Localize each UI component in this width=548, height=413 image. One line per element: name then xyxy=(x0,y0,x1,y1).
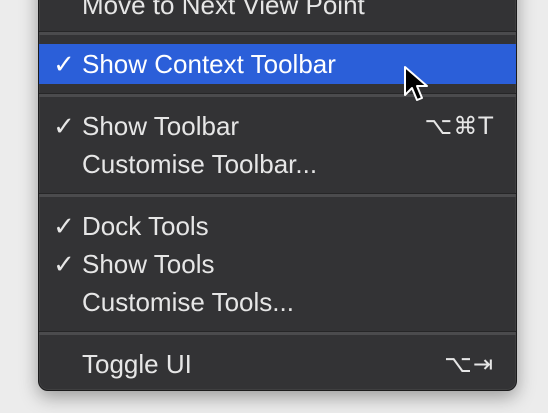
screen: Move to Next View Point ✓ Show Context T… xyxy=(0,0,548,413)
menu-separator xyxy=(39,93,516,97)
menu-item-dock-tools[interactable]: ✓ Dock Tools xyxy=(39,206,516,246)
menu-item-label: Show Toolbar xyxy=(82,111,240,141)
menu-item-customise-toolbar[interactable]: Customise Toolbar... xyxy=(39,144,516,184)
menu-item-label: Show Context Toolbar xyxy=(82,49,336,79)
menu-separator xyxy=(39,193,516,197)
menu-item-label: Customise Toolbar... xyxy=(82,149,318,179)
checkmark-icon: ✓ xyxy=(53,49,75,79)
menu-separator xyxy=(39,31,516,35)
menu-item-label: Show Tools xyxy=(82,249,215,279)
keyboard-shortcut: ⌥⇥ xyxy=(444,350,494,378)
arrow-cursor-icon xyxy=(404,66,428,101)
menu-item-toggle-ui[interactable]: Toggle UI ⌥⇥ xyxy=(39,344,516,384)
menu-separator xyxy=(39,331,516,335)
checkmark-icon: ✓ xyxy=(53,249,75,279)
menu-item-show-context-toolbar[interactable]: ✓ Show Context Toolbar xyxy=(39,44,516,84)
menu-item-label: Toggle UI xyxy=(82,349,192,379)
menu-item-move-to-next-view-point[interactable]: Move to Next View Point xyxy=(39,0,516,25)
menu-item-label: Move to Next View Point xyxy=(82,0,365,20)
view-menu: Move to Next View Point ✓ Show Context T… xyxy=(38,0,517,391)
menu-item-customise-tools[interactable]: Customise Tools... xyxy=(39,282,516,322)
menu-item-label: Dock Tools xyxy=(82,211,209,241)
checkmark-icon: ✓ xyxy=(53,111,75,141)
checkmark-icon: ✓ xyxy=(53,211,75,241)
keyboard-shortcut: ⌥⌘T xyxy=(424,112,494,140)
menu-item-show-toolbar[interactable]: ✓ Show Toolbar ⌥⌘T xyxy=(39,106,516,146)
menu-item-show-tools[interactable]: ✓ Show Tools xyxy=(39,244,516,284)
menu-item-label: Customise Tools... xyxy=(82,287,294,317)
